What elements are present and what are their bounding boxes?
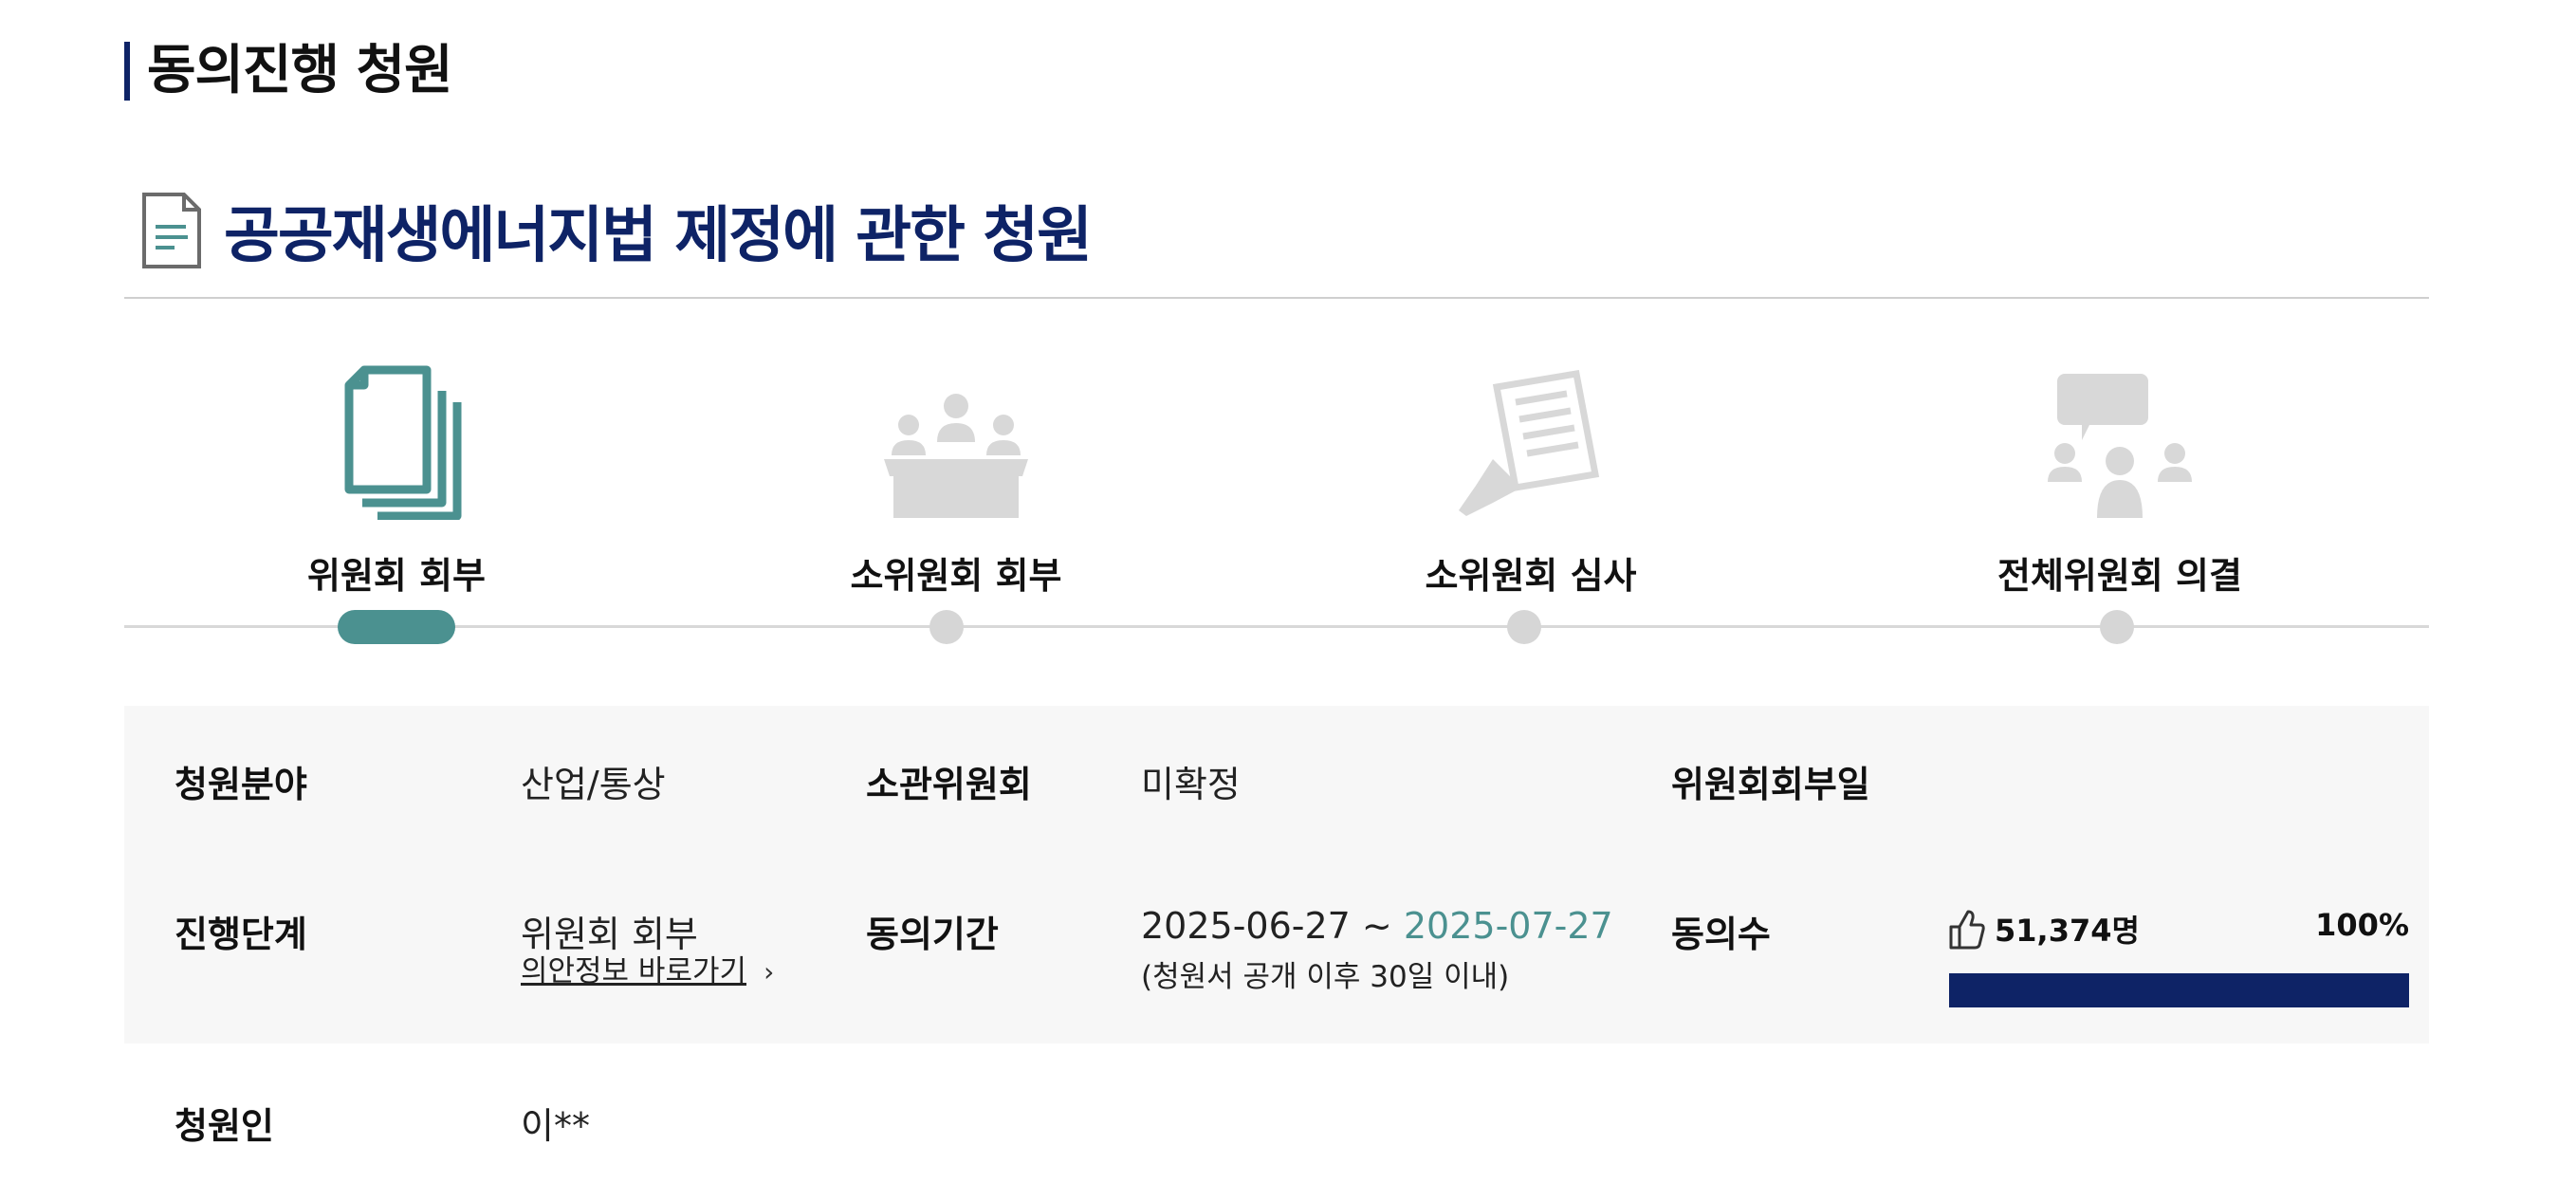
discussion-icon [2048,374,2192,518]
step-plenary-resolution: 전체위원회 의결 [1930,359,2309,599]
title-divider [124,297,2429,299]
step-marker [929,610,964,644]
agree-percent: 100% [2315,907,2409,943]
chevron-right-icon: › [764,956,775,988]
referral-date-label: 위원회회부일 [1671,764,1870,805]
petition-title-row: 공공재생에너지법 제정에 관한 청원 [140,188,1093,273]
period-note: (청원서 공개 이후 30일 이내) [1141,960,1510,994]
period-range: 2025-06-27 ~ 2025-07-27 [1141,905,1613,947]
step-label: 위원회 회부 [306,555,487,597]
period-start: 2025-06-27 ~ [1141,905,1392,947]
petition-title: 공공재생에너지법 제정에 관한 청원 [224,201,1093,271]
section-heading: 동의진행 청원 [124,42,453,101]
step-subcommittee-review: 소위원회 심사 [1341,359,1720,599]
committee-value: 미확정 [1141,764,1241,805]
agree-count-value: 51,374명 [1995,913,2140,949]
progress-track [124,625,2429,628]
step-label: 소위원회 심사 [1425,555,1637,597]
agree-progress-fill [1949,973,2409,1007]
agree-count-label: 동의수 [1671,914,1771,955]
bill-info-link[interactable]: 의안정보 바로가기 › [521,947,774,989]
bill-info-link-label[interactable]: 의안정보 바로가기 [521,954,746,988]
field-label: 청원분야 [175,764,307,805]
step-marker [2100,610,2134,644]
step-label: 소위원회 회부 [850,555,1062,597]
period-label: 동의기간 [866,914,999,955]
stage-label: 진행단계 [175,914,307,955]
document-icon [142,193,201,268]
agree-progress-bar [1949,973,2409,1007]
step-marker [1507,610,1541,644]
meeting-table-icon [884,394,1028,518]
documents-stack-icon [344,365,462,520]
period-end: 2025-07-27 [1403,905,1613,947]
review-document-icon [1459,370,1600,516]
agree-count: 51,374명 [1949,907,2140,951]
committee-label: 소관위원회 [866,764,1032,805]
petitioner-value: 이** [521,1105,590,1147]
step-committee-referral: 위원회 회부 [207,359,586,599]
step-marker-active [338,610,455,644]
field-value: 산업/통상 [521,764,666,805]
step-subcommittee-referral: 소위원회 회부 [766,359,1146,599]
thumbs-up-icon [1949,910,1985,950]
step-label: 전체위원회 의결 [1997,555,2242,597]
petitioner-label: 청원인 [175,1105,274,1147]
